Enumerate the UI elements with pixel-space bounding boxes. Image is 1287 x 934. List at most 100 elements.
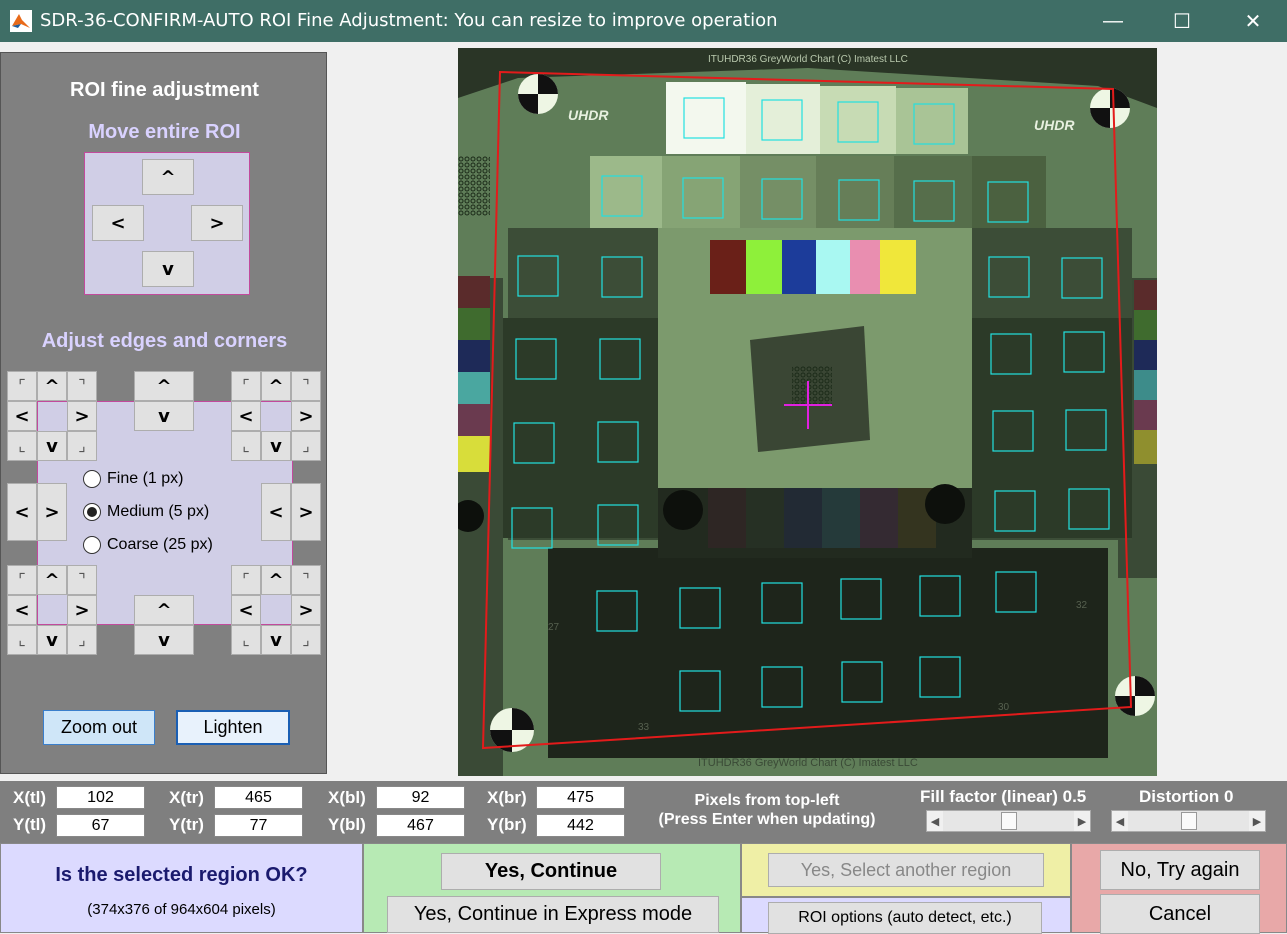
yes-another-region-button[interactable]: Yes, Select another region [768, 853, 1044, 887]
tl-down-button[interactable]: v [37, 431, 67, 461]
ytl-label: Y(tl) [13, 815, 47, 834]
registration-mark [792, 366, 832, 406]
tr-up-button[interactable]: ^ [261, 371, 291, 401]
xbl-field[interactable]: 92 [376, 786, 465, 809]
ybl-field[interactable]: 467 [376, 814, 465, 837]
bl-corner-upright-button[interactable]: ⌝ [67, 565, 97, 595]
lighten-button[interactable]: Lighten [176, 710, 290, 745]
step-coarse-radio[interactable]: Coarse (25 px) [83, 536, 213, 554]
tr-corner-downleft-button[interactable]: ⌞ [231, 431, 261, 461]
close-button[interactable]: ✕ [1238, 6, 1268, 36]
tr-left-button[interactable]: < [231, 401, 261, 431]
matlab-icon [10, 10, 32, 32]
move-up-button[interactable]: ^ [142, 159, 194, 195]
tl-left-button[interactable]: < [7, 401, 37, 431]
swatch-right [1134, 280, 1157, 310]
pixels-note-line1: Pixels from top-left [694, 792, 840, 809]
bl-corner-downleft-button[interactable]: ⌞ [7, 625, 37, 655]
action-bar: Is the selected region OK? (374x376 of 9… [0, 843, 1287, 934]
top-edge-up-button[interactable]: ^ [134, 371, 194, 401]
right-edge-right-button[interactable]: > [291, 483, 321, 541]
tl-up-button[interactable]: ^ [37, 371, 67, 401]
tr-corner-upright-button[interactable]: ⌝ [291, 371, 321, 401]
slider-right-arrow-icon[interactable]: ▶ [1249, 811, 1265, 831]
bottom-edge-up-button[interactable]: ^ [134, 595, 194, 625]
color-patch-blue [782, 240, 816, 294]
tr-corner-downright-button[interactable]: ⌟ [291, 431, 321, 461]
tl-right-button[interactable]: > [67, 401, 97, 431]
maximize-button[interactable]: ☐ [1167, 6, 1197, 36]
tl-corner-upleft-button[interactable]: ⌜ [7, 371, 37, 401]
yes-express-button[interactable]: Yes, Continue in Express mode [387, 896, 719, 933]
br-right-button[interactable]: > [291, 595, 321, 625]
slider-right-arrow-icon[interactable]: ▶ [1074, 811, 1090, 831]
no-section: No, Try again Cancel [1071, 843, 1287, 934]
fill-factor-label: Fill factor (linear) 0.5 [920, 787, 1087, 806]
xtl-field[interactable]: 102 [56, 786, 145, 809]
step-fine-radio[interactable]: Fine (1 px) [83, 470, 183, 488]
tl-corner-upright-button[interactable]: ⌝ [67, 371, 97, 401]
window-title: SDR-36-CONFIRM-AUTO ROI Fine Adjustment:… [40, 10, 778, 31]
ybl-label: Y(bl) [328, 815, 366, 834]
tr-corner-upleft-button[interactable]: ⌜ [231, 371, 261, 401]
bl-up-button[interactable]: ^ [37, 565, 67, 595]
ytl-field[interactable]: 67 [56, 814, 145, 837]
bl-left-button[interactable]: < [7, 595, 37, 625]
dark-dot [663, 490, 703, 530]
tl-corner-downleft-button[interactable]: ⌞ [7, 431, 37, 461]
fill-factor-slider[interactable]: ◀ ▶ [926, 810, 1091, 832]
br-corner-downleft-button[interactable]: ⌞ [231, 625, 261, 655]
ybr-field[interactable]: 442 [536, 814, 625, 837]
swatch-right [1134, 340, 1157, 370]
no-try-again-button[interactable]: No, Try again [1100, 850, 1260, 890]
tr-right-button[interactable]: > [291, 401, 321, 431]
br-up-button[interactable]: ^ [261, 565, 291, 595]
br-down-button[interactable]: v [261, 625, 291, 655]
swatch-left [458, 276, 490, 308]
bl-right-button[interactable]: > [67, 595, 97, 625]
chart-image-view[interactable]: UHDR UHDR ITUHDR36 GreyWorld Chart (C) I… [458, 48, 1157, 776]
minimize-button[interactable]: — [1098, 6, 1128, 36]
cancel-button[interactable]: Cancel [1100, 894, 1260, 934]
yes-continue-button[interactable]: Yes, Continue [441, 853, 661, 890]
chart-image[interactable]: UHDR UHDR ITUHDR36 GreyWorld Chart (C) I… [458, 48, 1157, 776]
distortion-label: Distortion 0 [1139, 787, 1234, 806]
move-right-button[interactable]: > [191, 205, 243, 241]
slider-left-arrow-icon[interactable]: ◀ [927, 811, 943, 831]
tint-patch [860, 488, 898, 548]
roi-options-button[interactable]: ROI options (auto detect, etc.) [768, 902, 1042, 934]
side-registration-mark [458, 156, 490, 216]
right-edge-left-button[interactable]: < [261, 483, 291, 541]
tl-corner-downright-button[interactable]: ⌟ [67, 431, 97, 461]
tr-down-button[interactable]: v [261, 431, 291, 461]
ytr-field[interactable]: 77 [214, 814, 303, 837]
br-corner-upleft-button[interactable]: ⌜ [231, 565, 261, 595]
move-left-button[interactable]: < [92, 205, 144, 241]
patch-mid [590, 156, 662, 228]
slider-thumb[interactable] [1000, 812, 1017, 830]
top-edge-down-button[interactable]: v [134, 401, 194, 431]
bl-down-button[interactable]: v [37, 625, 67, 655]
bottom-edge-down-button[interactable]: v [134, 625, 194, 655]
swatch-right [1134, 400, 1157, 430]
xtr-field[interactable]: 465 [214, 786, 303, 809]
distortion-slider[interactable]: ◀ ▶ [1111, 810, 1266, 832]
slider-left-arrow-icon[interactable]: ◀ [1112, 811, 1128, 831]
br-left-button[interactable]: < [231, 595, 261, 625]
bl-corner-downright-button[interactable]: ⌟ [67, 625, 97, 655]
zoom-out-button[interactable]: Zoom out [43, 710, 155, 745]
bl-corner-upleft-button[interactable]: ⌜ [7, 565, 37, 595]
br-corner-downright-button[interactable]: ⌟ [291, 625, 321, 655]
radio-selected-dot [87, 507, 97, 517]
xbr-field[interactable]: 475 [536, 786, 625, 809]
left-edge-right-button[interactable]: > [37, 483, 67, 541]
slider-thumb[interactable] [1180, 812, 1197, 830]
move-down-button[interactable]: v [142, 251, 194, 287]
step-medium-radio[interactable]: Medium (5 px) [83, 503, 209, 521]
left-edge-left-button[interactable]: < [7, 483, 37, 541]
chart-bottom-caption: ITUHDR36 GreyWorld Chart (C) Imatest LLC [698, 757, 918, 769]
patch-mid [816, 156, 894, 228]
br-corner-upright-button[interactable]: ⌝ [291, 565, 321, 595]
registration-corner [518, 74, 558, 114]
patch-number: 32 [1076, 600, 1088, 611]
